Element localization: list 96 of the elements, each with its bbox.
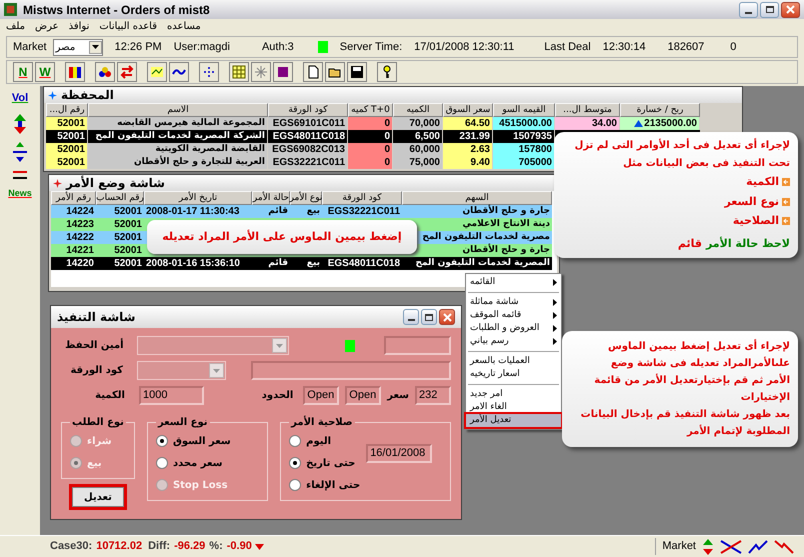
- radio-label: حتى الإلغاء: [306, 478, 360, 492]
- table-cell: المجموعة المالية هيرمس القابضه: [88, 117, 268, 130]
- table-cell: 0: [348, 117, 393, 130]
- percent-value: -0.90: [226, 539, 252, 554]
- market-label: Market: [13, 40, 47, 55]
- radio-label: Stop Loss: [172, 478, 228, 492]
- field-label: الكمية: [94, 389, 125, 403]
- table-cell: جارة و حلج الأقطان: [462, 246, 550, 255]
- callout-text: لإجراء أى تعديل إضغط بيمين الماوس: [607, 339, 790, 354]
- index-value: 10712.02: [96, 539, 142, 554]
- table-cell: 64.50: [443, 117, 493, 130]
- callout-text: المطلوبة لإتمام الأمر: [686, 424, 790, 439]
- table-cell: EGS32221C011: [268, 156, 348, 169]
- group-title: صلاحية الأمر: [290, 415, 354, 430]
- deal-value: 0: [730, 40, 736, 55]
- profit-value: 2135000.00: [644, 118, 697, 128]
- table-cell: العربية للتجارة و حلج الأقطان: [88, 156, 268, 169]
- table-cell: 9.40: [443, 156, 493, 169]
- group-title: نوع الطلب: [71, 416, 125, 430]
- callout-text: الأمر ثم قم بإختيارتعديل الأمر من قائمة: [593, 373, 790, 388]
- radio-label: سعر السوق: [172, 434, 231, 448]
- table-cell: 2008-01-17 11:30:43: [146, 206, 240, 216]
- diff-label: Diff:: [148, 539, 170, 554]
- status-word: قائم: [678, 236, 702, 252]
- bullet-text: الكمية: [746, 174, 779, 190]
- table-cell: قائم: [268, 207, 288, 216]
- index-label: Case30:: [50, 539, 92, 554]
- field-label: الحدود: [262, 389, 294, 403]
- table-cell: 52001: [114, 232, 142, 242]
- server-time-label: Server Time:: [340, 40, 402, 55]
- window-title: شاشة التنفيذ: [57, 309, 136, 326]
- window-title: شاشة وضع الأمر: [66, 177, 165, 189]
- table-cell: 52001: [46, 143, 88, 156]
- table-cell: 4515000.00: [493, 117, 555, 130]
- table-cell: 14221: [66, 246, 94, 256]
- callout-text: تحت التنفيذ فى بعض البيانات مثل: [623, 157, 790, 171]
- field-label: سعر: [387, 389, 409, 403]
- field-label: أمين الحفظ: [64, 338, 124, 353]
- table-cell: EGS69101C011: [268, 117, 348, 130]
- table-cell: 70,000: [393, 117, 443, 130]
- table-cell: 705000: [493, 156, 555, 169]
- table-cell: EGS69082C013: [268, 143, 348, 156]
- auth-level: Auth:3: [262, 40, 294, 55]
- table-cell: 52001: [114, 246, 142, 256]
- table-cell: 52001: [46, 156, 88, 169]
- table-cell: 0: [348, 156, 393, 169]
- diff-value: -96.29: [174, 539, 206, 554]
- callout-text: الإختيارات: [740, 391, 790, 405]
- radio-label: سعر محدد: [172, 456, 222, 470]
- table-cell: القابضة المصرية الكويتية: [88, 143, 268, 156]
- table-cell: 34.00: [555, 117, 620, 130]
- table-cell: 14220: [66, 258, 94, 268]
- table-cell: 2.63: [443, 143, 493, 156]
- radio-label: اليوم: [306, 434, 332, 448]
- table-cell: بيع: [306, 259, 320, 268]
- server-time: 17/01/2008 12:30:11: [414, 40, 514, 55]
- hint-tooltip: إضغط بيمين الماوس على الأمر المراد تعديله: [147, 220, 417, 254]
- table-cell: 75,000: [393, 156, 443, 169]
- table-cell: 52001: [46, 117, 88, 130]
- radio-label: حتى تاريخ: [306, 456, 356, 470]
- user-name: User:magdi: [174, 40, 230, 55]
- table-cell: 52001: [114, 258, 142, 268]
- group-title: نوع السعر: [156, 416, 208, 430]
- table-cell: مصرية لخدمات التليفون المح: [422, 233, 550, 242]
- last-deal-label: Last Deal: [544, 40, 591, 55]
- table-cell: 60,000: [393, 143, 443, 156]
- table-cell: 52001: [114, 220, 142, 230]
- table-cell: EGS48011C018: [328, 258, 400, 268]
- table-cell: دينة الانتاج الاعلامي: [462, 220, 550, 229]
- clock-time: 12:26 PM: [114, 40, 162, 55]
- table-cell: قائم: [268, 259, 288, 268]
- radio-label: بيع: [87, 456, 102, 470]
- bullet-text: الصلاحية: [732, 213, 779, 229]
- table-cell: 157800: [493, 143, 555, 156]
- note-text: لاحظ حالة الأمر: [706, 236, 790, 252]
- callout-text: علىالأمرالمراد تعديله فى شاشة وضع: [610, 356, 790, 371]
- table-cell: EGS32221C011: [328, 206, 400, 216]
- table-cell: جارة و حلج الأقطان: [462, 207, 550, 216]
- bullet-text: نوع السعر: [724, 194, 779, 210]
- table-cell: 14223: [66, 220, 94, 230]
- radio-label: شراء: [87, 434, 112, 448]
- table-cell: بيع: [306, 207, 320, 216]
- table-cell: 14222: [66, 232, 94, 242]
- percent-label: %:: [209, 539, 223, 554]
- table-cell: 52001: [114, 206, 142, 216]
- table-cell: المصرية لخدمات التليفون المح: [415, 259, 550, 268]
- market-label: Market: [662, 539, 696, 554]
- table-cell: 14224: [66, 206, 94, 216]
- window-title: المحفظة: [61, 89, 114, 101]
- field-label: كود الورقة: [69, 364, 123, 378]
- callout-text: بعد ظهور شاشة التنفيذ قم بإدخال البيانات: [580, 408, 790, 422]
- table-cell: 2008-01-16 15:36:10: [146, 258, 240, 268]
- last-deal-time: 12:30:14: [602, 40, 646, 55]
- table-cell: 0: [348, 143, 393, 156]
- window-title: Mistws Internet - Orders of mist8: [23, 2, 210, 18]
- deal-count: 182607: [668, 40, 704, 55]
